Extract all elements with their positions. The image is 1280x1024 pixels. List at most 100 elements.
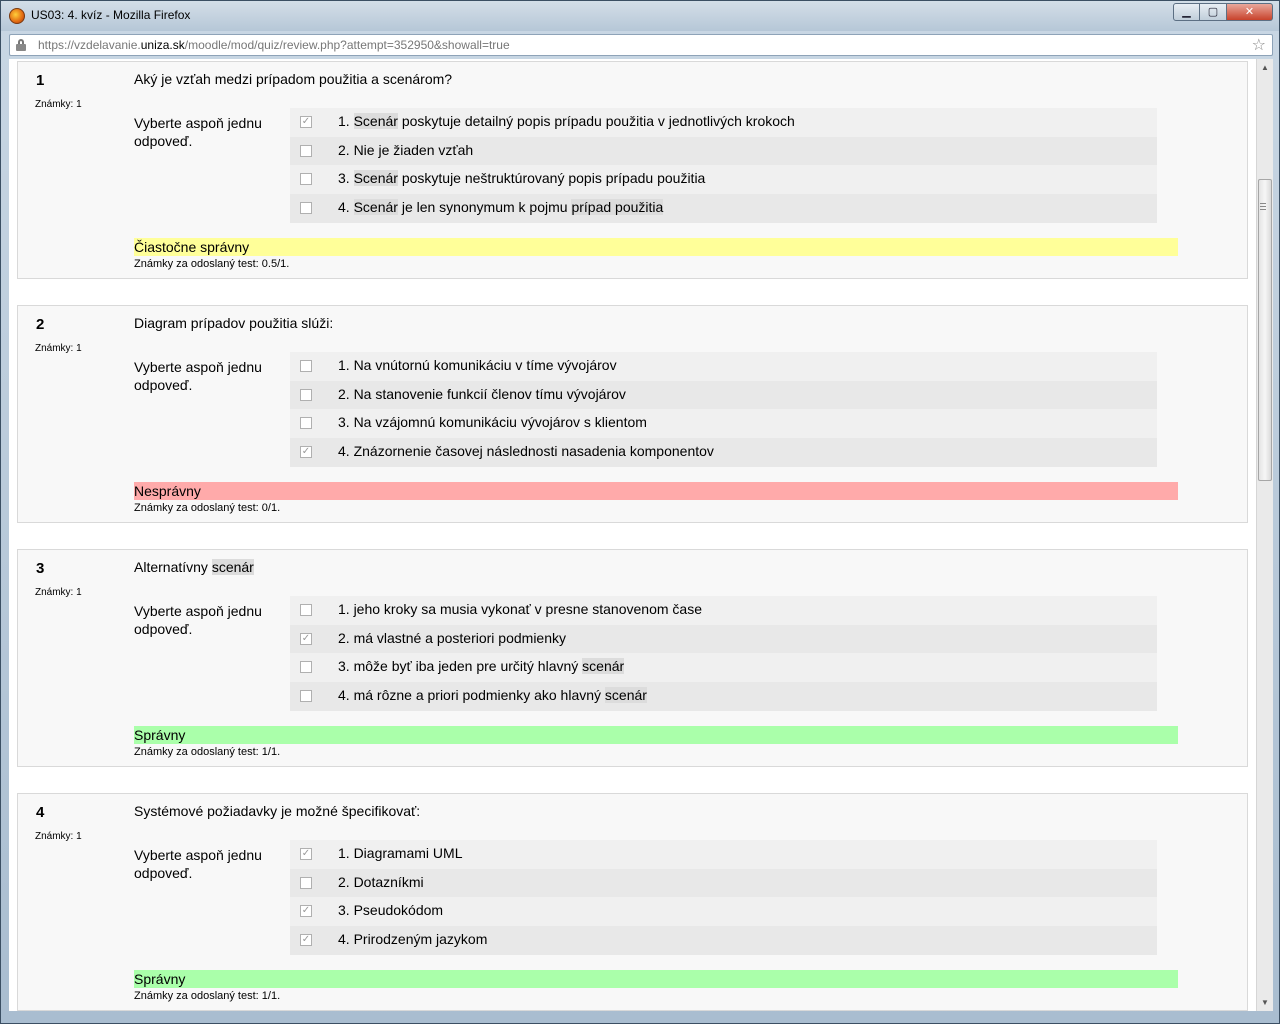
answer-option[interactable]: 3. Scenár poskytuje neštruktúrovaný popi… <box>290 165 1157 195</box>
answer-text-part: je len synonymum k pojmu <box>397 199 572 216</box>
question-marks: Známky: 1 <box>35 99 82 110</box>
answer-option[interactable]: ✓ 1. Scenár poskytuje detailný popis príp… <box>290 108 1157 137</box>
answer-option[interactable]: 3. Na vzájomnú komunikáciu vývojárov s k… <box>290 409 1157 439</box>
answer-prompt: Vyberte aspoň jednu odpoveď. <box>134 359 262 393</box>
checkbox-unchecked[interactable] <box>300 388 312 401</box>
checkbox-unchecked[interactable] <box>300 876 312 889</box>
answer-text-part: 1. <box>338 113 354 129</box>
answer-label: 2. Dotazníkmi <box>338 874 424 890</box>
scroll-down-arrow-icon[interactable]: ▼ <box>1257 994 1273 1011</box>
glossary-term-link[interactable]: scenár <box>582 658 625 675</box>
glossary-term-link[interactable]: scenár <box>211 559 254 575</box>
scroll-up-arrow-icon[interactable]: ▲ <box>1257 59 1273 76</box>
answer-option[interactable]: 2. Dotazníkmi <box>290 868 1157 898</box>
bookmark-star-icon[interactable]: ☆ <box>1252 35 1266 55</box>
answer-prompt: Vyberte aspoň jednu odpoveď. <box>134 847 262 881</box>
vertical-scrollbar[interactable]: ▲ ▼ <box>1256 59 1273 1011</box>
grade-text: Známky za odoslaný test: 1/1. <box>134 990 281 1002</box>
answer-option[interactable]: ✓ 4. Prirodzeným jazykom <box>290 926 1157 955</box>
glossary-term-link[interactable]: Scenár <box>353 199 398 216</box>
answer-option[interactable]: 1. jeho kroky sa musia vykonať v presne … <box>290 596 1157 625</box>
title-bar[interactable]: US03: 4. kvíz - Mozilla Firefox ▁ ▢ ✕ <box>1 1 1279 31</box>
answer-text-part: 1. Diagramami UML <box>338 845 463 861</box>
answer-label: 2. Nie je žiaden vzťah <box>338 142 473 158</box>
answer-label: 2. Na stanovenie funkcií členov tímu výv… <box>338 386 626 402</box>
checkbox-unchecked[interactable] <box>300 417 312 430</box>
checkbox-unchecked[interactable] <box>300 604 312 616</box>
checkbox-checked[interactable]: ✓ <box>300 905 312 918</box>
answer-option[interactable]: ✓ 4. Znázornenie časovej následnosti nasa… <box>290 438 1157 467</box>
checkbox-unchecked[interactable] <box>300 690 312 703</box>
answer-text-part: 4. má rôzne a priori podmienky ako hlavn… <box>338 687 605 704</box>
checkbox-unchecked[interactable] <box>300 202 312 215</box>
answer-option[interactable]: 2. Na stanovenie funkcií členov tímu výv… <box>290 380 1157 410</box>
answer-option[interactable]: 3. môže byť iba jeden pre určitý hlavný … <box>290 653 1157 683</box>
glossary-term-link[interactable]: Scenár <box>353 113 398 129</box>
question-number: 2 <box>36 316 45 333</box>
close-button[interactable]: ✕ <box>1227 3 1273 21</box>
answer-label: 4. Scenár je len synonymum k pojmu prípa… <box>338 199 664 216</box>
answer-option[interactable]: ✓ 1. Diagramami UML <box>290 840 1157 869</box>
answer-text-part: 2. Na stanovenie funkcií členov tímu výv… <box>338 385 626 402</box>
checkbox-checked[interactable]: ✓ <box>300 632 312 645</box>
question-block: 2 Známky: 1 Diagram prípadov použitia slúž… <box>17 305 1248 523</box>
glossary-term-link[interactable]: Scenár <box>353 170 398 187</box>
maximize-button[interactable]: ▢ <box>1200 3 1227 21</box>
firefox-logo-icon <box>9 8 25 24</box>
answer-label: 4. má rôzne a priori podmienky ako hlavn… <box>338 687 647 704</box>
answer-option[interactable]: 1. Na vnútornú komunikáciu v tíme vývojá… <box>290 352 1157 381</box>
checkbox-checked[interactable]: ✓ <box>300 446 312 459</box>
grade-text: Známky za odoslaný test: 1/1. <box>134 746 281 758</box>
answer-text-part: poskytuje detailný popis prípadu použiti… <box>397 113 795 129</box>
checkbox-unchecked[interactable] <box>300 661 312 674</box>
url-prefix: https://vzdelavanie. <box>38 38 141 52</box>
url-domain: uniza.sk <box>140 38 185 52</box>
scrollbar-thumb[interactable] <box>1258 179 1272 481</box>
question-text: Alternatívny scenár <box>134 559 254 575</box>
answer-label: 2. má vlastné a posteriori podmienky <box>338 630 566 646</box>
answer-option[interactable]: ✓ 2. má vlastné a posteriori podmienky <box>290 624 1157 654</box>
checkbox-checked[interactable]: ✓ <box>300 116 312 128</box>
url-path: /moodle/mod/quiz/review.php?attempt=3529… <box>184 38 510 52</box>
question-marks: Známky: 1 <box>35 343 82 354</box>
question-block: 3 Známky: 1 Alternatívny scenár Vyberte asp… <box>17 549 1248 767</box>
answer-label: 1. jeho kroky sa musia vykonať v presne … <box>338 601 702 617</box>
minimize-button[interactable]: ▁ <box>1173 3 1200 21</box>
url-text[interactable]: https://vzdelavanie.uniza.sk/moodle/mod/… <box>38 38 510 52</box>
feedback-banner: Správny <box>134 970 1178 988</box>
checkbox-checked[interactable]: ✓ <box>300 934 312 947</box>
grade-text: Známky za odoslaný test: 0/1. <box>134 502 281 514</box>
answer-label: 4. Znázornenie časovej následnosti nasad… <box>338 443 714 459</box>
answer-option[interactable]: 4. má rôzne a priori podmienky ako hlavn… <box>290 682 1157 711</box>
glossary-term-link[interactable]: prípad použitia <box>571 199 664 216</box>
answer-label: 1. Scenár poskytuje detailný popis prípa… <box>338 113 795 129</box>
answer-option[interactable]: ✓ 3. Pseudokódom <box>290 897 1157 927</box>
glossary-term-link[interactable]: scenár <box>604 687 647 704</box>
answer-label: 3. Scenár poskytuje neštruktúrovaný popi… <box>338 170 705 187</box>
window-controls: ▁ ▢ ✕ <box>1173 3 1273 21</box>
answer-text-part: 1. jeho kroky sa musia vykonať v presne … <box>338 601 702 617</box>
answer-text-part: 1. Na vnútornú komunikáciu v tíme vývojá… <box>338 357 617 373</box>
checkbox-unchecked[interactable] <box>300 360 312 372</box>
answer-label: 1. Na vnútornú komunikáciu v tíme vývojá… <box>338 357 617 373</box>
address-bar[interactable]: https://vzdelavanie.uniza.sk/moodle/mod/… <box>9 34 1273 56</box>
answer-label: 3. môže byť iba jeden pre určitý hlavný … <box>338 658 625 675</box>
lock-icon <box>16 39 26 51</box>
answer-label: 4. Prirodzeným jazykom <box>338 931 487 947</box>
window-title: US03: 4. kvíz - Mozilla Firefox <box>31 8 191 22</box>
answer-option[interactable]: 2. Nie je žiaden vzťah <box>290 136 1157 166</box>
answer-list: ✓ 1. Scenár poskytuje detailný popis príp… <box>290 108 1157 223</box>
feedback-banner: Správny <box>134 726 1178 744</box>
answer-list: 1. Na vnútornú komunikáciu v tíme vývojá… <box>290 352 1157 467</box>
question-number: 4 <box>36 804 45 821</box>
answer-prompt: Vyberte aspoň jednu odpoveď. <box>134 603 262 637</box>
answer-option[interactable]: 4. Scenár je len synonymum k pojmu prípa… <box>290 194 1157 223</box>
question-block: 4 Známky: 1 Systémové požiadavky je možné … <box>17 793 1248 1011</box>
checkbox-unchecked[interactable] <box>300 173 312 186</box>
answer-list: 1. jeho kroky sa musia vykonať v presne … <box>290 596 1157 711</box>
checkbox-checked[interactable]: ✓ <box>300 848 312 860</box>
checkbox-unchecked[interactable] <box>300 144 312 157</box>
answer-label: 3. Na vzájomnú komunikáciu vývojárov s k… <box>338 414 647 430</box>
answer-text-part: 2. Nie je žiaden vzťah <box>338 141 474 158</box>
answer-text-part: 2. má vlastné a posteriori podmienky <box>338 629 566 646</box>
